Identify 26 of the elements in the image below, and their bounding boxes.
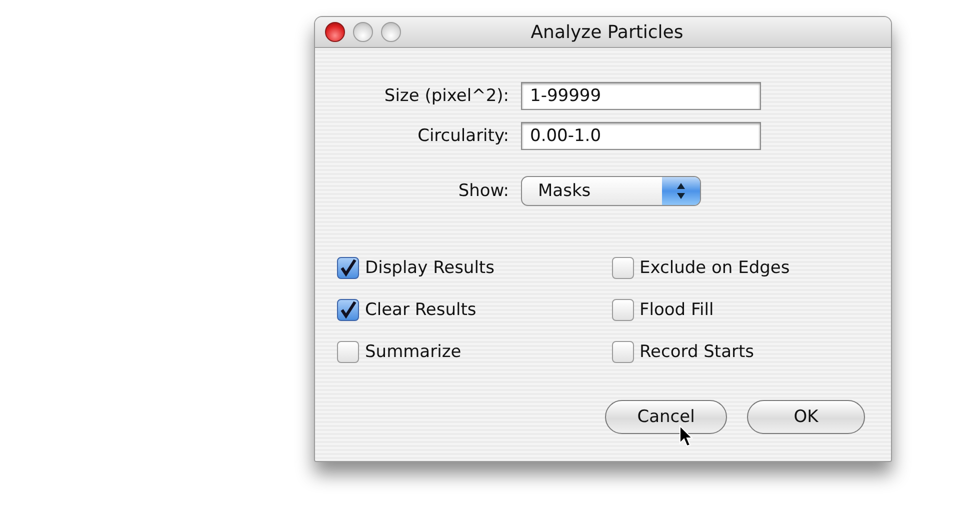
input-field[interactable]: 1-99999 <box>521 82 761 110</box>
checkbox[interactable] <box>337 299 359 321</box>
ok-button[interactable]: OK <box>747 400 865 434</box>
checkbox-label: Display Results <box>365 258 494 278</box>
checkbox-label: Clear Results <box>365 300 476 320</box>
checkbox[interactable] <box>337 257 359 279</box>
checkbox-label: Flood Fill <box>640 300 714 320</box>
mouse-pointer-icon <box>679 425 693 447</box>
minimize-button[interactable] <box>353 22 373 42</box>
field-label: Circularity: <box>416 126 509 146</box>
input-field[interactable]: 0.00-1.0 <box>521 122 761 150</box>
window-title: Analyze Particles <box>530 22 684 42</box>
show-dropdown[interactable]: Masks <box>521 176 701 206</box>
checkbox[interactable] <box>612 257 634 279</box>
cancel-button[interactable]: Cancel <box>605 400 727 434</box>
field-label: Size (pixel^2): <box>383 86 509 106</box>
checkbox[interactable] <box>612 341 634 363</box>
zoom-button[interactable] <box>381 22 401 42</box>
field-label: Show: <box>457 181 509 201</box>
checkbox-label: Exclude on Edges <box>640 258 790 278</box>
stepper-arrows-icon <box>676 182 686 200</box>
checkbox-label: Record Starts <box>640 342 754 362</box>
checkbox[interactable] <box>337 341 359 363</box>
checkbox-label: Summarize <box>365 342 462 362</box>
checkbox[interactable] <box>612 299 634 321</box>
close-button[interactable] <box>325 22 345 42</box>
